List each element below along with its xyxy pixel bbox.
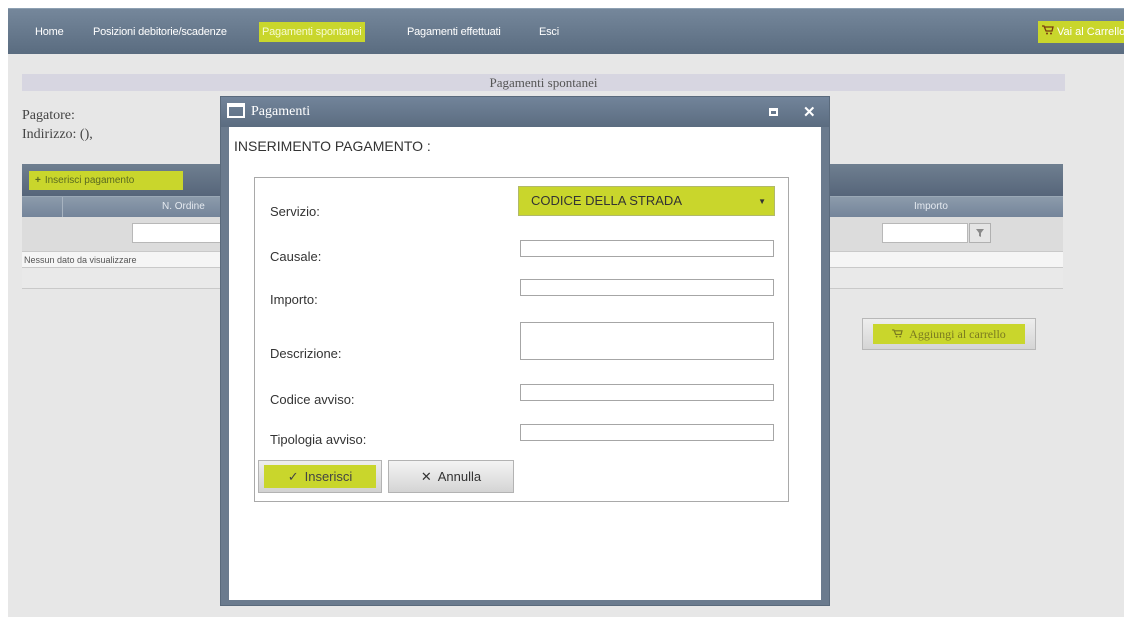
- close-icon[interactable]: ✕: [803, 103, 816, 121]
- check-icon: ✓: [287, 469, 299, 484]
- importo-input[interactable]: [520, 279, 774, 296]
- annulla-label: Annulla: [437, 469, 482, 484]
- inserisci-button[interactable]: ✓ Inserisci: [258, 460, 382, 493]
- dialog-body: INSERIMENTO PAGAMENTO : Servizio: CODICE…: [229, 127, 821, 600]
- add-to-cart-inner: Aggiungi al carrello: [873, 324, 1025, 344]
- filter-icon[interactable]: [969, 223, 991, 243]
- cart-button[interactable]: Vai al Carrello: [1038, 21, 1124, 43]
- cart-icon: [1042, 21, 1054, 43]
- nav-esci[interactable]: Esci: [536, 22, 562, 42]
- indirizzo-label: Indirizzo: (),: [22, 127, 93, 142]
- column-header-ordine[interactable]: N. Ordine: [162, 201, 205, 212]
- column-header-importo[interactable]: Importo: [914, 201, 948, 212]
- servizio-select-value: CODICE DELLA STRADA: [531, 193, 682, 208]
- descrizione-textarea[interactable]: [520, 322, 774, 360]
- descrizione-label: Descrizione:: [270, 346, 342, 361]
- inserisci-button-inner: ✓ Inserisci: [264, 465, 376, 488]
- insert-payment-button[interactable]: + Inserisci pagamento: [29, 171, 183, 190]
- window-icon: [227, 103, 245, 118]
- filter-ordine-input[interactable]: [132, 223, 222, 243]
- annulla-button[interactable]: ✕ Annulla: [388, 460, 514, 493]
- dialog-titlebar[interactable]: Pagamenti ✕: [221, 97, 829, 127]
- cart-icon: [892, 327, 906, 341]
- page-title: Pagamenti spontanei: [22, 74, 1065, 91]
- nav-pagamenti-effettuati[interactable]: Pagamenti effettuati: [404, 22, 504, 42]
- causale-label: Causale:: [270, 249, 322, 264]
- nav-posizioni-debitorie[interactable]: Posizioni debitorie/scadenze: [90, 22, 230, 42]
- causale-input[interactable]: [520, 240, 774, 257]
- nav-pagamenti-spontanei[interactable]: Pagamenti spontanei: [259, 22, 365, 42]
- insert-payment-label: Inserisci pagamento: [44, 175, 135, 186]
- close-icon: ✕: [420, 469, 432, 484]
- importo-label: Importo:: [270, 292, 318, 307]
- codice-avviso-input[interactable]: [520, 384, 774, 401]
- add-to-cart-button[interactable]: Aggiungi al carrello: [862, 318, 1036, 350]
- dialog-heading: INSERIMENTO PAGAMENTO :: [234, 138, 431, 154]
- pagatore-label: Pagatore:: [22, 108, 75, 123]
- filter-importo-input[interactable]: [882, 223, 968, 243]
- servizio-label: Servizio:: [270, 204, 320, 219]
- payment-form: Servizio: CODICE DELLA STRADA ▼ Causale:…: [254, 177, 789, 502]
- servizio-select[interactable]: CODICE DELLA STRADA ▼: [518, 186, 775, 216]
- dialog-title: Pagamenti: [251, 104, 311, 119]
- inserisci-label: Inserisci: [304, 469, 353, 484]
- top-navigation-bar: Home Posizioni debitorie/scadenze Pagame…: [8, 8, 1124, 54]
- plus-icon: +: [35, 175, 41, 186]
- column-separator: [62, 197, 63, 218]
- add-to-cart-label: Aggiungi al carrello: [909, 327, 1006, 341]
- maximize-icon[interactable]: [769, 108, 778, 116]
- cart-label: Vai al Carrello: [1057, 26, 1124, 38]
- chevron-down-icon: ▼: [758, 197, 766, 206]
- nav-home[interactable]: Home: [32, 22, 67, 42]
- tipologia-avviso-input[interactable]: [520, 424, 774, 441]
- codice-avviso-label: Codice avviso:: [270, 392, 355, 407]
- payment-dialog: Pagamenti ✕ INSERIMENTO PAGAMENTO : Serv…: [220, 96, 830, 606]
- tipologia-avviso-label: Tipologia avviso:: [270, 432, 367, 447]
